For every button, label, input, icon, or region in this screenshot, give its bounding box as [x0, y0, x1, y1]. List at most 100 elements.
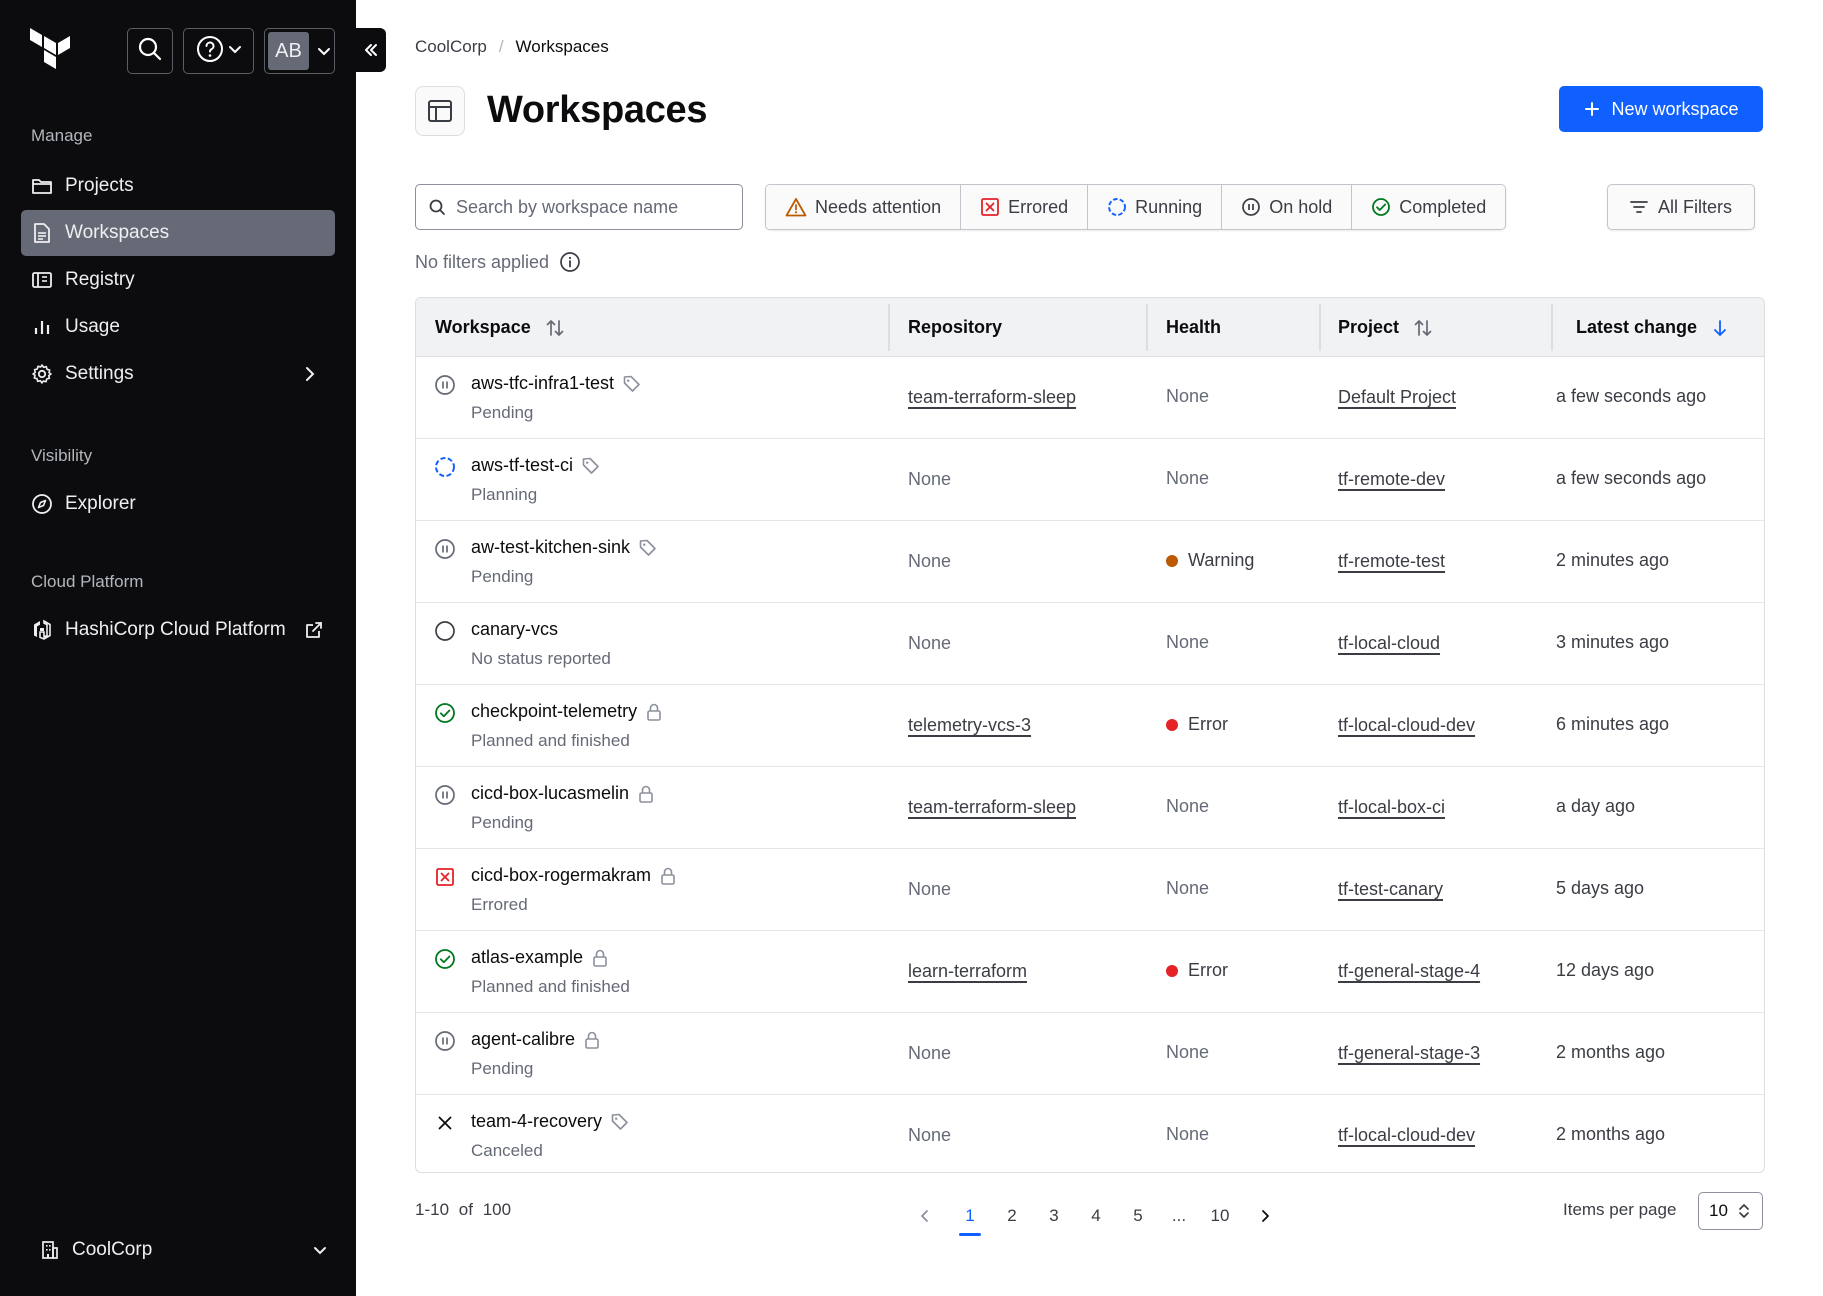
help-menu-button[interactable]	[183, 28, 254, 74]
compass-icon	[30, 492, 54, 516]
filter-completed[interactable]: Completed	[1351, 185, 1506, 229]
sidebar-item-workspaces[interactable]: Workspaces	[21, 210, 335, 256]
page-button[interactable]: 5	[1117, 1196, 1159, 1236]
building-icon	[40, 1240, 60, 1260]
sidebar-item-registry[interactable]: Registry	[21, 257, 335, 303]
page-button[interactable]: 4	[1075, 1196, 1117, 1236]
repository-link[interactable]: team-terraform-sleep	[908, 387, 1076, 408]
filter-errored[interactable]: Errored	[960, 185, 1088, 229]
workspace-name-cell: cicd-box-lucasmelin	[471, 783, 655, 804]
chevron-down-icon	[310, 1240, 330, 1266]
sidebar-item-label: Settings	[65, 363, 134, 384]
completed-icon	[434, 702, 456, 724]
sidebar-item-projects[interactable]: Projects	[21, 163, 335, 209]
chevron-right-icon	[299, 363, 321, 391]
sidebar-item-hcp[interactable]: HashiCorp Cloud Platform	[21, 607, 335, 653]
workspace-run-status: Pending	[471, 567, 534, 586]
search-icon	[428, 198, 446, 216]
page-button[interactable]: 3	[1033, 1196, 1075, 1236]
new-workspace-button[interactable]: New workspace	[1559, 86, 1763, 132]
file-icon	[30, 221, 54, 245]
project-link[interactable]: tf-local-box-ci	[1338, 797, 1445, 818]
workspace-name-link[interactable]: aw-test-kitchen-sink	[471, 537, 630, 558]
sidebar-item-explorer[interactable]: Explorer	[21, 481, 335, 527]
all-filters-button[interactable]: All Filters	[1607, 184, 1755, 230]
page-button[interactable]: 1	[949, 1196, 991, 1236]
hashicorp-icon	[30, 618, 54, 642]
workspace-name-link[interactable]: aws-tfc-infra1-test	[471, 373, 614, 394]
workspace-run-status: Errored	[471, 895, 528, 914]
info-icon[interactable]	[559, 251, 581, 273]
breadcrumb-current: Workspaces	[515, 37, 609, 56]
page-button[interactable]: 10	[1199, 1196, 1241, 1236]
workspace-name-link[interactable]: agent-calibre	[471, 1029, 575, 1050]
registry-icon	[30, 268, 54, 292]
project-link[interactable]: Default Project	[1338, 387, 1456, 408]
filter-needs-attention[interactable]: Needs attention	[766, 185, 961, 229]
latest-change: 3 minutes ago	[1556, 632, 1670, 652]
project-link[interactable]: tf-local-cloud-dev	[1338, 1125, 1475, 1146]
search-button[interactable]	[127, 28, 173, 74]
sort-icon[interactable]	[1413, 317, 1433, 339]
filter-on-hold[interactable]: On hold	[1221, 185, 1352, 229]
project-link[interactable]: tf-remote-dev	[1338, 469, 1445, 490]
workspace-name-link[interactable]: cicd-box-lucasmelin	[471, 783, 629, 804]
workspace-name-link[interactable]: cicd-box-rogermakram	[471, 865, 651, 886]
tag-icon	[622, 374, 642, 394]
sidebar-item-settings[interactable]: Settings	[21, 351, 335, 397]
running-icon	[434, 456, 456, 478]
project-link[interactable]: tf-remote-test	[1338, 551, 1445, 572]
collapse-sidebar-button[interactable]	[356, 28, 386, 72]
org-switcher[interactable]: CoolCorp	[40, 1230, 330, 1270]
health-status: Warning	[1166, 550, 1254, 571]
errored-icon	[980, 197, 1000, 217]
health-status: None	[1166, 468, 1210, 488]
lock-icon	[637, 784, 655, 804]
repository-value: None	[908, 879, 952, 899]
project-link[interactable]: tf-general-stage-3	[1338, 1043, 1480, 1064]
page-button[interactable]: 2	[991, 1196, 1033, 1236]
health-status: None	[1166, 386, 1210, 406]
search-input[interactable]	[456, 196, 726, 218]
latest-change: 2 months ago	[1556, 1042, 1666, 1062]
table-row: atlas-example Planned and finished learn-t…	[416, 931, 1764, 1013]
project-link[interactable]: tf-local-cloud	[1338, 633, 1440, 654]
workspace-name-link[interactable]: aws-tf-test-ci	[471, 455, 573, 476]
items-per-page-select[interactable]: 10	[1698, 1192, 1763, 1230]
sidebar-item-usage[interactable]: Usage	[21, 304, 335, 350]
prev-page-button[interactable]	[901, 1196, 949, 1236]
table-row: canary-vcs No status reported None None tf-l…	[416, 603, 1764, 685]
arrow-down-icon[interactable]	[1711, 318, 1729, 338]
workspace-name-link[interactable]: checkpoint-telemetry	[471, 701, 637, 722]
filter-running[interactable]: Running	[1087, 185, 1222, 229]
canceled-icon	[434, 1112, 456, 1134]
user-menu-button[interactable]: AB	[264, 28, 335, 74]
table-row: checkpoint-telemetry Planned and finished…	[416, 685, 1764, 767]
chevron-down-icon	[317, 44, 331, 58]
repository-value: None	[908, 1125, 952, 1145]
no-status-icon	[434, 620, 456, 642]
health-status: None	[1166, 1124, 1210, 1144]
terraform-logo-icon[interactable]	[28, 26, 74, 74]
repository-link[interactable]: learn-terraform	[908, 961, 1027, 982]
chevron-down-icon	[228, 42, 242, 61]
repository-link[interactable]: telemetry-vcs-3	[908, 715, 1031, 736]
workspace-name-link[interactable]: canary-vcs	[471, 619, 558, 640]
pending-icon	[434, 538, 456, 560]
workspace-name-cell: canary-vcs	[471, 619, 558, 640]
sort-icon[interactable]	[545, 317, 565, 339]
project-link[interactable]: tf-local-cloud-dev	[1338, 715, 1475, 736]
workspace-name-link[interactable]: team-4-recovery	[471, 1111, 602, 1132]
next-page-button[interactable]	[1241, 1196, 1289, 1236]
workspaces-table: Workspace Repository Health Project Late…	[415, 297, 1765, 1173]
running-icon	[1107, 197, 1127, 217]
column-header-latest-change: Latest change	[1576, 298, 1729, 357]
breadcrumb-org[interactable]: CoolCorp	[415, 37, 487, 57]
table-row: aws-tfc-infra1-test Pending team-terraform…	[416, 357, 1764, 439]
pagination-total: 100	[482, 1200, 512, 1219]
repository-link[interactable]: team-terraform-sleep	[908, 797, 1076, 818]
repository-value: None	[908, 551, 952, 571]
project-link[interactable]: tf-test-canary	[1338, 879, 1443, 900]
workspace-name-link[interactable]: atlas-example	[471, 947, 583, 968]
project-link[interactable]: tf-general-stage-4	[1338, 961, 1480, 982]
